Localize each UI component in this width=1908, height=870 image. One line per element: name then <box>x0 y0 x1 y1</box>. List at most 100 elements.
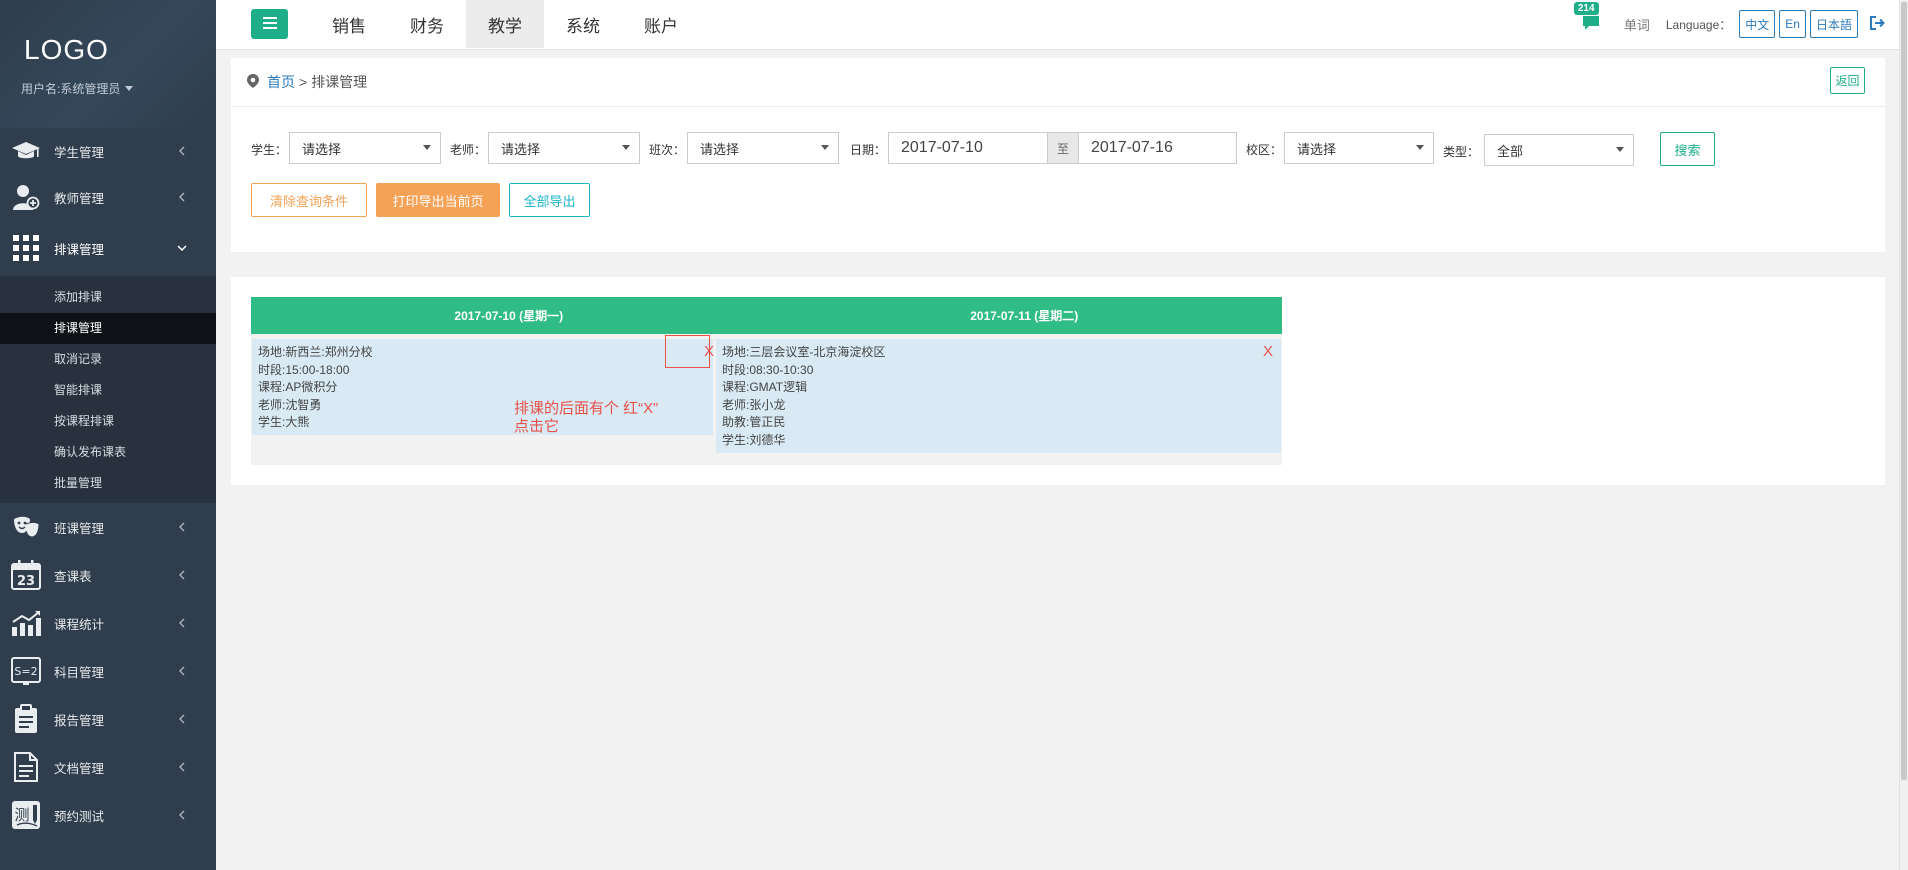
sidebar-item-label: 课程统计 <box>54 617 105 632</box>
caret-down-icon <box>125 86 134 91</box>
submenu-add-schedule[interactable]: 添加排课 <box>0 282 216 313</box>
highlight-box <box>665 335 710 368</box>
breadcrumb-home-link[interactable]: 首页 <box>267 72 295 92</box>
student-select[interactable]: 请选择 <box>289 132 441 164</box>
logout-icon[interactable] <box>1870 16 1886 32</box>
class-no-select[interactable]: 请选择 <box>687 132 839 164</box>
submenu-confirm-publish[interactable]: 确认发布课表 <box>0 437 216 468</box>
tab-finance[interactable]: 财务 <box>388 0 466 48</box>
export-all-button[interactable]: 全部导出 <box>509 183 590 217</box>
messages-button[interactable]: 214 <box>1573 2 1604 36</box>
class-no-select-value: 请选择 <box>700 141 740 157</box>
type-select[interactable]: 全部 <box>1484 134 1634 166</box>
svg-text:S=2: S=2 <box>14 665 37 678</box>
sidebar-header: LOGO 用户名:系统管理员 <box>0 0 216 128</box>
date-from-input[interactable]: 2017-07-10 <box>888 132 1048 164</box>
chevron-left-icon <box>176 617 188 629</box>
submenu-smart-schedule[interactable]: 智能排课 <box>0 375 216 406</box>
card-venue: 场地:三层会议室-北京海淀校区 <box>722 345 886 359</box>
user-name: 用户名:系统管理员 <box>21 82 121 96</box>
scrollbar-thumb[interactable] <box>1901 2 1907 780</box>
sidebar-item-label: 排课管理 <box>54 242 105 257</box>
back-button[interactable]: 返回 <box>1830 67 1865 94</box>
teacher-select[interactable]: 请选择 <box>488 132 640 164</box>
sidebar-item-subject-management[interactable]: S=2 科目管理 <box>0 647 216 695</box>
chevron-left-icon <box>176 521 188 533</box>
clipboard-report-icon <box>10 704 42 734</box>
breadcrumb-separator: > <box>299 74 308 90</box>
tab-teaching[interactable]: 教学 <box>466 0 544 48</box>
top-right-controls: 214 单词 Language： 中文 En 日本語 <box>1573 0 1886 48</box>
dropdown-arrow-icon <box>423 145 431 150</box>
filter-panel: 首页 > 排课管理 返回 学生： 请选择 老师： 请选择 班次： 请选择 日期：… <box>231 58 1885 252</box>
top-navbar: 销售 财务 教学 系统 账户 214 单词 Language： 中文 En 日本… <box>216 0 1908 50</box>
day-header-monday: 2017-07-10 (星期一) <box>454 309 564 323</box>
date-label: 日期： <box>850 143 887 157</box>
sidebar-item-class-management[interactable]: 班课管理 <box>0 503 216 551</box>
sidebar-nav-rest: 班课管理 23 查课表 课程统计 S=2 科目管理 报告管理 文档管理 测 预约… <box>0 503 216 839</box>
teacher-label: 老师： <box>450 143 487 157</box>
chevron-left-icon <box>176 713 188 725</box>
language-chinese-button[interactable]: 中文 <box>1739 10 1776 38</box>
sidebar-item-label: 报告管理 <box>54 713 105 728</box>
tab-system[interactable]: 系统 <box>544 0 622 48</box>
breadcrumb: 首页 > 排课管理 <box>246 72 367 92</box>
language-english-button[interactable]: En <box>1779 10 1806 38</box>
menu-toggle-button[interactable] <box>251 9 288 39</box>
action-buttons: 清除查询条件 打印导出当前页 全部导出 <box>251 183 599 217</box>
calendar-23-icon: 23 <box>10 560 42 590</box>
campus-select[interactable]: 请选择 <box>1284 132 1434 164</box>
sidebar-item-label: 学生管理 <box>54 145 105 160</box>
campus-select-value: 请选择 <box>1297 141 1337 157</box>
card-assistant: 助教:管正民 <box>722 415 786 429</box>
annotation-line: 点击它 <box>514 418 560 435</box>
dropdown-arrow-icon <box>622 145 630 150</box>
words-link[interactable]: 单词 <box>1624 15 1650 34</box>
user-menu[interactable]: 用户名:系统管理员 <box>21 80 216 97</box>
annotation-line: 排课的后面有个 红“X” <box>514 400 659 417</box>
chevron-left-icon <box>176 569 188 581</box>
dropdown-arrow-icon <box>821 145 829 150</box>
vertical-scrollbar[interactable] <box>1899 0 1908 870</box>
grid-apps-icon <box>10 233 42 263</box>
message-count-badge: 214 <box>1573 2 1599 15</box>
svg-text:23: 23 <box>17 574 35 589</box>
top-tabs: 销售 财务 教学 系统 账户 <box>310 0 700 48</box>
student-select-value: 请选择 <box>302 141 342 157</box>
sidebar-item-report-management[interactable]: 报告管理 <box>0 695 216 743</box>
language-japanese-button[interactable]: 日本語 <box>1809 10 1858 38</box>
divider <box>231 106 1885 107</box>
sidebar-item-test-booking[interactable]: 测 预约测试 <box>0 791 216 839</box>
sidebar-item-document-management[interactable]: 文档管理 <box>0 743 216 791</box>
print-export-page-button[interactable]: 打印导出当前页 <box>376 183 500 217</box>
sidebar-item-label: 教师管理 <box>54 191 105 206</box>
date-to-input[interactable]: 2017-07-16 <box>1078 132 1237 164</box>
sidebar-item-course-statistics[interactable]: 课程统计 <box>0 599 216 647</box>
hamburger-icon <box>262 16 277 32</box>
campus-label: 校区： <box>1246 143 1283 157</box>
sidebar-item-students[interactable]: 学生管理 <box>0 128 216 174</box>
sidebar-item-label: 科目管理 <box>54 665 105 680</box>
chevron-left-icon <box>176 191 188 203</box>
sidebar-item-scheduling[interactable]: 排课管理 <box>0 220 216 276</box>
sidebar-item-label: 预约测试 <box>54 809 105 824</box>
submenu-cancel-records[interactable]: 取消记录 <box>0 344 216 375</box>
search-button[interactable]: 搜索 <box>1660 132 1715 166</box>
delete-schedule-button[interactable]: X <box>1263 343 1273 360</box>
sidebar-item-view-timetable[interactable]: 23 查课表 <box>0 551 216 599</box>
filter-row: 学生： 请选择 老师： 请选择 班次： 请选择 日期： 2017-07-10 至… <box>251 132 1871 166</box>
sidebar-item-label: 文档管理 <box>54 761 105 776</box>
sidebar-item-teachers[interactable]: 教师管理 <box>0 174 216 220</box>
schedule-card[interactable]: 场地:三层会议室-北京海淀校区 时段:08:30-10:30 课程:GMAT逻辑… <box>716 339 1281 453</box>
language-label: Language： <box>1665 17 1732 32</box>
submenu-batch-manage[interactable]: 批量管理 <box>0 468 216 499</box>
submenu-schedule-by-course[interactable]: 按课程排课 <box>0 406 216 437</box>
clear-filters-button[interactable]: 清除查询条件 <box>251 183 367 217</box>
date-range-separator: 至 <box>1048 132 1078 164</box>
type-select-value: 全部 <box>1497 143 1524 159</box>
submenu-schedule-management[interactable]: 排课管理 <box>0 313 216 344</box>
tab-sales[interactable]: 销售 <box>310 0 388 48</box>
tab-account[interactable]: 账户 <box>622 0 700 48</box>
card-course: 课程:AP微积分 <box>258 380 338 394</box>
bar-chart-trend-icon <box>10 608 42 638</box>
